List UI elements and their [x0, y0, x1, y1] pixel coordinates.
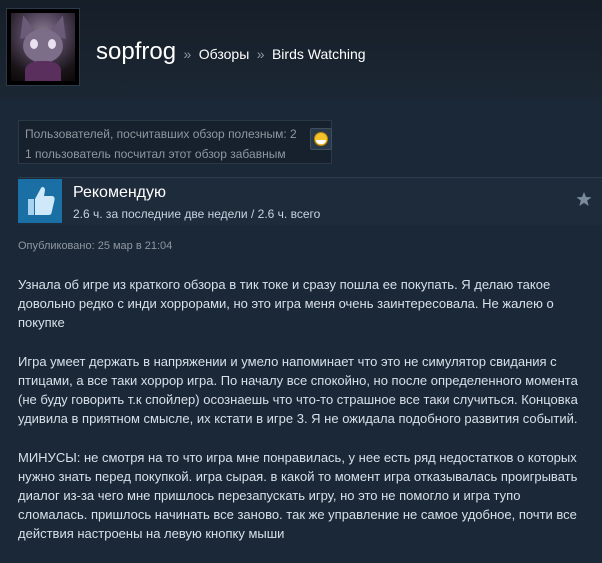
- recommendation-title: Рекомендую: [73, 184, 167, 201]
- avatar[interactable]: [6, 8, 80, 86]
- review-paragraph: Игра умеет держать в напряжении и умело …: [18, 354, 578, 426]
- review-header: sopfrog » Обзоры » Birds Watching: [0, 0, 602, 100]
- review-paragraph: МИНУСЫ: не смотря на то что игра мне пон…: [18, 450, 578, 541]
- breadcrumb-separator: »: [256, 46, 265, 62]
- breadcrumb-separator: »: [183, 46, 192, 62]
- thumbs-up-icon: [18, 179, 62, 223]
- helpful-summary: Пользователей, посчитавших обзор полезны…: [18, 120, 332, 164]
- breadcrumb: sopfrog » Обзоры » Birds Watching: [96, 38, 366, 66]
- breadcrumb-reviews-link[interactable]: Обзоры: [199, 46, 250, 62]
- breadcrumb-game-link[interactable]: Birds Watching: [272, 46, 366, 62]
- laughing-emoji-icon[interactable]: [310, 128, 332, 150]
- posted-date: Опубликовано: 25 мар в 21:04: [18, 240, 173, 252]
- recommendation-bar: Рекомендую 2.6 ч. за последние две недел…: [18, 177, 602, 225]
- avatar-image: [11, 13, 75, 81]
- helpful-count-text: Пользователей, посчитавших обзор полезны…: [25, 127, 297, 141]
- username-link[interactable]: sopfrog: [96, 38, 176, 65]
- review-paragraph: Узнала об игре из краткого обзора в тик …: [18, 277, 554, 330]
- playtime-text: 2.6 ч. за последние две недели / 2.6 ч. …: [73, 207, 321, 221]
- funny-count-text: 1 пользователь посчитал этот обзор забав…: [25, 147, 286, 161]
- review-text: Узнала об игре из краткого обзора в тик …: [18, 275, 590, 563]
- star-icon[interactable]: [576, 191, 592, 207]
